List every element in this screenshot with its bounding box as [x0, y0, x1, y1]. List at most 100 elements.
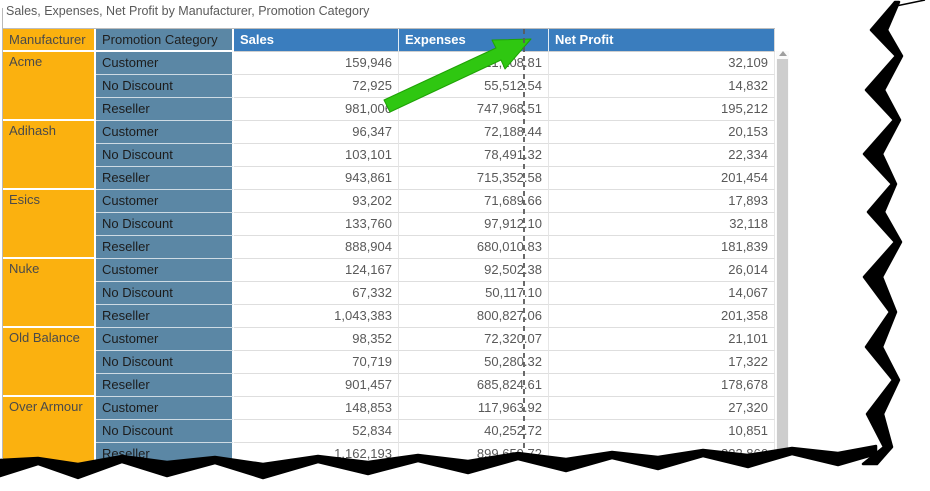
torn-edge-corner-line	[896, 0, 925, 6]
sales-cell[interactable]: 888,904	[234, 236, 399, 259]
table-row: Reseller901,457685,824.61178,678	[96, 374, 775, 397]
column-header-manufacturer[interactable]: Manufacturer	[3, 29, 96, 52]
expenses-cell[interactable]: 72,320.07	[399, 328, 549, 351]
sales-cell[interactable]: 96,347	[234, 121, 399, 144]
expenses-cell[interactable]: 800,827.06	[399, 305, 549, 328]
sales-cell[interactable]: 901,457	[234, 374, 399, 397]
torn-edge-black-right	[863, 2, 902, 464]
net-profit-cell[interactable]: 17,893	[549, 190, 775, 213]
promotion-category-cell[interactable]: Customer	[96, 52, 234, 75]
net-profit-cell[interactable]: 14,067	[549, 282, 775, 305]
column-header-promotion-category[interactable]: Promotion Category	[96, 29, 234, 52]
expenses-cell[interactable]: 50,117.10	[399, 282, 549, 305]
promotion-category-cell[interactable]: Customer	[96, 397, 234, 420]
sales-cell[interactable]: 93,202	[234, 190, 399, 213]
manufacturer-cell[interactable]: Over Armour	[3, 397, 96, 467]
net-profit-cell[interactable]: 14,832	[549, 75, 775, 98]
promotion-category-cell[interactable]: No Discount	[96, 351, 234, 374]
table-row: Customer159,946121,108.8132,109	[96, 52, 775, 75]
expenses-cell[interactable]: 78,491.32	[399, 144, 549, 167]
net-profit-cell[interactable]: 22,334	[549, 144, 775, 167]
expenses-cell[interactable]: 92,502.38	[399, 259, 549, 282]
promotion-category-cell[interactable]: Customer	[96, 328, 234, 351]
promotion-category-cell[interactable]: No Discount	[96, 282, 234, 305]
sales-cell[interactable]: 124,167	[234, 259, 399, 282]
column-header-expenses[interactable]: Expenses	[399, 29, 549, 52]
promotion-category-cell[interactable]: No Discount	[96, 75, 234, 98]
expenses-cell[interactable]: 715,352.58	[399, 167, 549, 190]
vertical-scrollbar-thumb[interactable]	[777, 59, 788, 457]
net-profit-cell[interactable]: 21,101	[549, 328, 775, 351]
promotion-category-cell[interactable]: Reseller	[96, 443, 234, 466]
net-profit-cell[interactable]: 178,678	[549, 374, 775, 397]
promotion-category-cell[interactable]: Reseller	[96, 236, 234, 259]
promotion-category-cell[interactable]: Customer	[96, 259, 234, 282]
expenses-cell[interactable]: 899,659.72	[399, 443, 549, 466]
table-row: Reseller888,904680,010.83181,839	[96, 236, 775, 259]
promotion-category-cell[interactable]: Reseller	[96, 374, 234, 397]
expenses-cell[interactable]: 55,512.54	[399, 75, 549, 98]
expenses-cell[interactable]: 40,252.72	[399, 420, 549, 443]
scrollbar-up-arrow-icon[interactable]	[779, 51, 787, 56]
column-header-sales[interactable]: Sales	[234, 29, 399, 52]
table-row: Reseller1,162,193899,659.72232,866	[96, 443, 775, 466]
manufacturer-cell[interactable]: Esics	[3, 190, 96, 259]
net-profit-cell[interactable]: 27,320	[549, 397, 775, 420]
net-profit-cell[interactable]: 181,839	[549, 236, 775, 259]
promotion-category-cell[interactable]: Reseller	[96, 98, 234, 121]
promotion-category-cell[interactable]: Reseller	[96, 305, 234, 328]
sales-cell[interactable]: 98,352	[234, 328, 399, 351]
sales-cell[interactable]: 981,006	[234, 98, 399, 121]
sales-cell[interactable]: 943,861	[234, 167, 399, 190]
net-profit-cell[interactable]: 201,454	[549, 167, 775, 190]
net-profit-cell[interactable]: 17,322	[549, 351, 775, 374]
manufacturer-cell[interactable]: Nuke	[3, 259, 96, 328]
table-row: Customer93,20271,689.6617,893	[96, 190, 775, 213]
promotion-category-cell[interactable]: No Discount	[96, 213, 234, 236]
sales-cell[interactable]: 1,043,383	[234, 305, 399, 328]
manufacturer-cell[interactable]: Old Balance	[3, 328, 96, 397]
manufacturer-cell[interactable]: Acme	[3, 52, 96, 121]
manufacturer-cell[interactable]: Adihash	[3, 121, 96, 190]
table-row: Customer96,34772,188.4420,153	[96, 121, 775, 144]
expenses-cell[interactable]: 97,912.10	[399, 213, 549, 236]
expenses-cell[interactable]: 747,968.51	[399, 98, 549, 121]
data-rows-container: Customer159,946121,108.8132,109No Discou…	[96, 52, 775, 467]
promotion-category-cell[interactable]: Customer	[96, 121, 234, 144]
expenses-cell[interactable]: 50,280.32	[399, 351, 549, 374]
table-row: Reseller981,006747,968.51195,212	[96, 98, 775, 121]
net-profit-cell[interactable]: 10,851	[549, 420, 775, 443]
sales-cell[interactable]: 72,925	[234, 75, 399, 98]
promotion-category-cell[interactable]: No Discount	[96, 144, 234, 167]
net-profit-cell[interactable]: 32,118	[549, 213, 775, 236]
table-row: No Discount67,33250,117.1014,067	[96, 282, 775, 305]
sales-cell[interactable]: 159,946	[234, 52, 399, 75]
net-profit-cell[interactable]: 26,014	[549, 259, 775, 282]
expenses-cell[interactable]: 71,689.66	[399, 190, 549, 213]
promotion-category-cell[interactable]: Reseller	[96, 167, 234, 190]
sales-cell[interactable]: 1,162,193	[234, 443, 399, 466]
table-row: No Discount103,10178,491.3222,334	[96, 144, 775, 167]
visual-title: Sales, Expenses, Net Profit by Manufactu…	[6, 4, 369, 18]
net-profit-cell[interactable]: 32,109	[549, 52, 775, 75]
sales-cell[interactable]: 148,853	[234, 397, 399, 420]
sales-cell[interactable]: 70,719	[234, 351, 399, 374]
column-header-net-profit[interactable]: Net Profit	[549, 29, 775, 52]
sales-cell[interactable]: 103,101	[234, 144, 399, 167]
net-profit-cell[interactable]: 20,153	[549, 121, 775, 144]
net-profit-cell[interactable]: 232,866	[549, 443, 775, 466]
expenses-cell[interactable]: 121,108.81	[399, 52, 549, 75]
expenses-cell[interactable]: 685,824.61	[399, 374, 549, 397]
table-row: No Discount52,83440,252.7210,851	[96, 420, 775, 443]
table-row: Customer148,853117,963.9227,320	[96, 397, 775, 420]
promotion-category-cell[interactable]: Customer	[96, 190, 234, 213]
sales-cell[interactable]: 52,834	[234, 420, 399, 443]
net-profit-cell[interactable]: 195,212	[549, 98, 775, 121]
promotion-category-cell[interactable]: No Discount	[96, 420, 234, 443]
expenses-cell[interactable]: 680,010.83	[399, 236, 549, 259]
expenses-cell[interactable]: 117,963.92	[399, 397, 549, 420]
net-profit-cell[interactable]: 201,358	[549, 305, 775, 328]
expenses-cell[interactable]: 72,188.44	[399, 121, 549, 144]
sales-cell[interactable]: 67,332	[234, 282, 399, 305]
sales-cell[interactable]: 133,760	[234, 213, 399, 236]
